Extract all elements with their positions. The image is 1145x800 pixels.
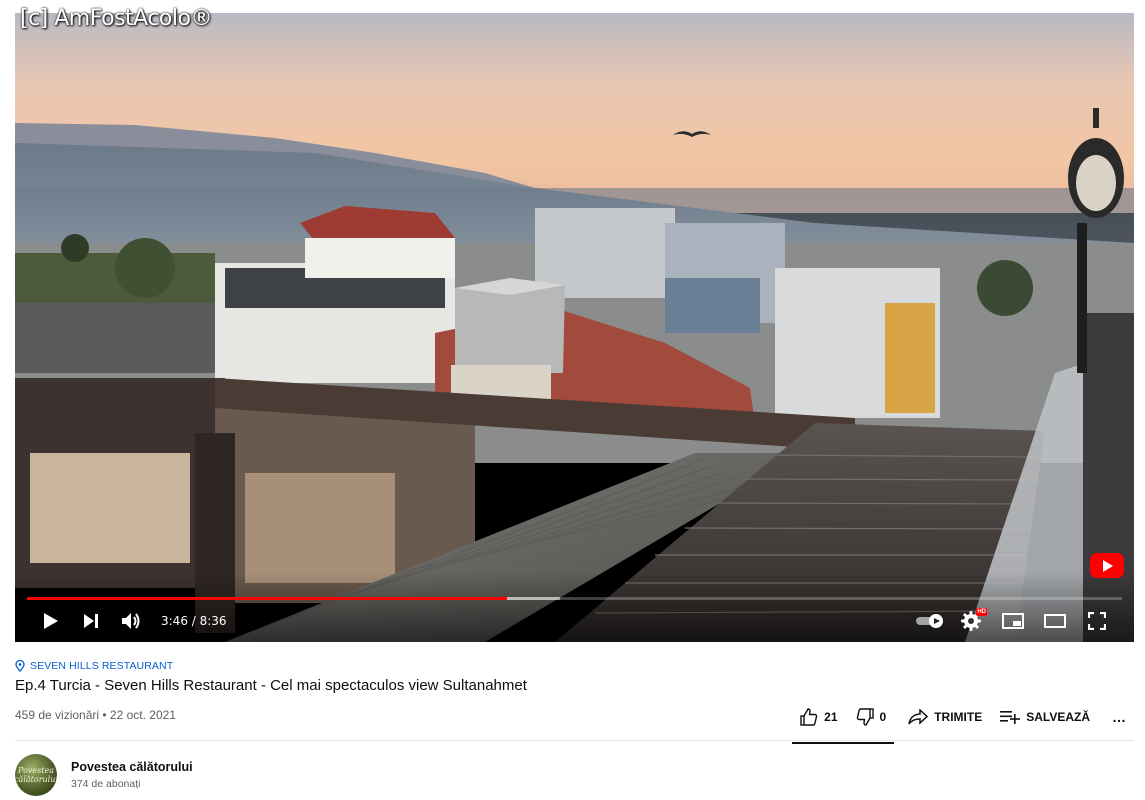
- more-actions-button[interactable]: …: [1112, 709, 1126, 725]
- thumbs-down-icon: [856, 708, 874, 726]
- next-button[interactable]: [73, 605, 109, 637]
- video-frame: [15, 13, 1134, 642]
- location-pin-icon: [15, 660, 25, 672]
- divider: [15, 740, 1134, 741]
- location-label: SEVEN HILLS RESTAURANT: [30, 660, 174, 672]
- miniplayer-icon: [1002, 613, 1024, 629]
- share-button[interactable]: TRIMITE: [908, 709, 982, 725]
- play-button[interactable]: [33, 605, 69, 637]
- channel-name[interactable]: Povestea călătorului: [71, 760, 193, 774]
- like-count: 21: [824, 710, 838, 724]
- like-button[interactable]: 21: [800, 708, 838, 726]
- volume-icon: [122, 613, 140, 629]
- subscriber-count: 374 de abonați: [71, 778, 141, 790]
- youtube-logo-icon[interactable]: [1090, 553, 1124, 578]
- blank-area: [820, 755, 1145, 800]
- channel-text: Povestea călătorului 374 de abonați: [71, 760, 193, 790]
- autoplay-toggle[interactable]: [910, 605, 950, 637]
- autoplay-toggle-icon: [916, 614, 943, 628]
- channel-info: Povestea călătorului Povestea călătorulu…: [15, 754, 193, 796]
- watermark: [c] AmFostAcolo®: [20, 6, 212, 31]
- theater-mode-button[interactable]: [1034, 605, 1076, 637]
- dislike-button[interactable]: 0: [856, 708, 887, 726]
- play-icon: [44, 613, 58, 629]
- channel-avatar[interactable]: Povestea călătorului: [15, 754, 57, 796]
- right-controls: HD: [910, 605, 1118, 637]
- fullscreen-icon: [1088, 612, 1106, 630]
- avatar-logo-text: Povestea călătorului: [15, 766, 57, 784]
- add-to-playlist-icon: [1000, 711, 1021, 724]
- theater-mode-icon: [1044, 614, 1066, 628]
- time-display: 3:46 / 8:36: [161, 614, 227, 628]
- video-title: Ep.4 Turcia - Seven Hills Restaurant - C…: [15, 677, 527, 694]
- player-controls: 3:46 / 8:36 HD: [15, 605, 1134, 637]
- fullscreen-button[interactable]: [1076, 605, 1118, 637]
- video-actions: 21 0 TRIMITE SALVEAZĂ …: [792, 704, 1134, 744]
- volume-button[interactable]: [113, 605, 149, 637]
- settings-button[interactable]: HD: [950, 605, 992, 637]
- next-icon: [84, 614, 98, 628]
- like-dislike-group: 21 0: [792, 704, 895, 744]
- share-icon: [908, 709, 929, 725]
- dislike-count: 0: [879, 710, 887, 724]
- progress-bar[interactable]: [27, 597, 1122, 600]
- hd-badge: HD: [976, 608, 987, 616]
- miniplayer-button[interactable]: [992, 605, 1034, 637]
- progress-played: [27, 597, 507, 600]
- video-meta: 459 de vizionări • 22 oct. 2021: [15, 708, 176, 722]
- share-label: TRIMITE: [934, 710, 983, 724]
- save-button[interactable]: SALVEAZĂ: [1000, 710, 1090, 724]
- video-player[interactable]: 3:46 / 8:36 HD: [15, 13, 1134, 642]
- location-link[interactable]: SEVEN HILLS RESTAURANT: [15, 660, 173, 672]
- save-label: SALVEAZĂ: [1026, 710, 1090, 724]
- more-icon: …: [1112, 709, 1126, 725]
- like-ratio-bar: [792, 742, 895, 744]
- thumbs-up-icon: [800, 708, 818, 726]
